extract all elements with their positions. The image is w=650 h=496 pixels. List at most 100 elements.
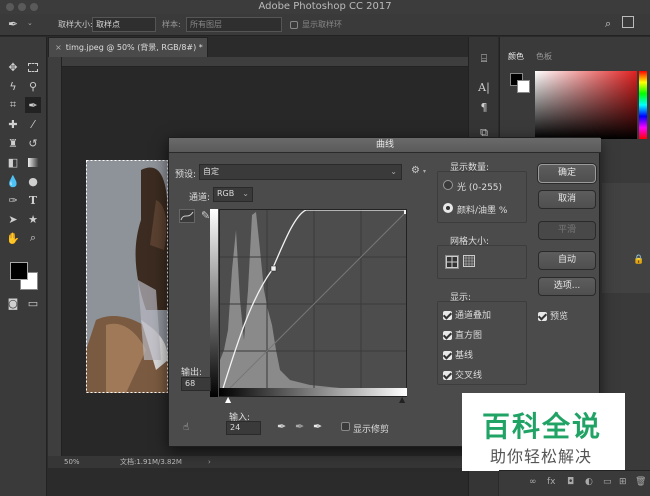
pen-tool-icon[interactable]: ✑ [5, 192, 21, 208]
clone-stamp-tool-icon[interactable]: ♜ [5, 135, 21, 151]
color-picker-field[interactable] [535, 71, 637, 139]
channel-select[interactable]: RGB ⌄ [213, 187, 253, 202]
show-ring-label: 显示取样环 [302, 20, 342, 29]
detailed-grid-icon[interactable] [463, 255, 477, 269]
gear-icon[interactable]: ⚙ [411, 165, 420, 176]
cancel-button[interactable]: 取消 [538, 190, 596, 209]
baseline-checkbox[interactable]: 基线 [443, 348, 473, 361]
marquee-tool-icon[interactable] [25, 59, 41, 75]
options-button[interactable]: 选项... [538, 277, 596, 296]
close-window-button[interactable] [6, 3, 14, 11]
blur-tool-icon[interactable]: 💧 [5, 173, 21, 189]
zoom-tool-icon[interactable]: ⌕ [25, 230, 41, 246]
path-selection-tool-icon[interactable]: ➤ [5, 211, 21, 227]
status-bar: 50% 文档:1.91M/3.82M › [48, 456, 468, 468]
libraries-icon[interactable]: ⌸ [476, 51, 492, 67]
watermark-logo: 百科全说 助你轻松解决 [462, 393, 625, 471]
gradient-tool-icon[interactable] [25, 154, 41, 170]
brush-tool-icon[interactable]: ⁄ [25, 116, 41, 132]
crop-tool-icon[interactable]: ⌗ [5, 97, 21, 113]
tab-color[interactable]: 颜色 [508, 51, 524, 62]
eraser-tool-icon[interactable]: ◧ [5, 154, 21, 170]
chevron-down-icon[interactable]: ▾ [423, 168, 426, 175]
move-tool-icon[interactable]: ✥ [5, 59, 21, 75]
intersection-line-checkbox[interactable]: 交叉线 [443, 368, 482, 381]
lock-icon[interactable]: 🔒 [633, 255, 644, 265]
white-eyedropper-icon[interactable]: ✒ [313, 420, 322, 433]
sample-label: 样本: [162, 20, 181, 29]
preset-select[interactable]: 自定 ⌄ [199, 164, 402, 180]
paragraph-panel-icon[interactable]: ¶ [476, 99, 492, 115]
foreground-color-swatch-top[interactable] [10, 262, 28, 280]
curve-edit-points-icon[interactable] [179, 209, 195, 223]
healing-brush-tool-icon[interactable]: ✚ [5, 116, 21, 132]
search-icon[interactable]: ⌕ [605, 17, 611, 31]
pigment-radio[interactable] [443, 203, 453, 213]
ok-button[interactable]: 确定 [538, 164, 596, 183]
type-tool-icon[interactable]: T [25, 192, 41, 208]
document-tab[interactable]: × timg.jpeg @ 50% (背景, RGB/8#) * [48, 37, 208, 57]
channel-overlay-checkbox[interactable]: 通道叠加 [443, 308, 491, 321]
dodge-tool-icon[interactable]: ● [25, 173, 41, 189]
tab-swatches[interactable]: 色板 [536, 51, 552, 62]
input-gradient-bar [219, 388, 407, 396]
curve-graph[interactable] [219, 209, 407, 397]
output-field[interactable]: 68 [181, 377, 211, 391]
zoom-level[interactable]: 50% [64, 456, 80, 468]
chevron-down-icon[interactable]: ⌄ [27, 19, 33, 27]
simple-grid-icon[interactable] [445, 255, 459, 269]
chevron-right-icon[interactable]: › [208, 456, 211, 468]
sample-size-select[interactable]: 取样点 [92, 17, 156, 32]
magic-wand-tool-icon[interactable]: ⚲ [25, 78, 41, 94]
show-ring-checkbox[interactable] [290, 20, 301, 30]
curves-dialog-title: 曲线 [169, 138, 601, 153]
channel-label: 通道: [189, 193, 211, 203]
mask-icon[interactable]: ◘ [567, 477, 574, 487]
pencil-icon[interactable]: ✎ [201, 209, 210, 222]
fx-icon[interactable]: fx [547, 477, 556, 487]
preview-checkbox[interactable]: 预览 [538, 309, 568, 322]
light-radio[interactable] [443, 180, 453, 190]
screen-mode-icon[interactable]: ▭ [25, 295, 41, 311]
watermark-main-text: 百科全说 [482, 410, 603, 443]
close-tab-icon[interactable]: × [55, 43, 62, 52]
lasso-tool-icon[interactable]: ϟ [5, 78, 21, 94]
show-clipping-checkbox[interactable] [341, 422, 353, 432]
white-point-slider[interactable]: ▲ [399, 395, 405, 404]
eyedropper-tool-icon[interactable]: ✒ [8, 17, 18, 31]
shape-tool-icon[interactable]: ★ [25, 211, 41, 227]
zoom-window-button[interactable] [30, 3, 38, 11]
targeted-adjustment-icon[interactable]: ☝ [183, 422, 189, 433]
light-label: 光 (0-255) [457, 183, 503, 193]
app-title: Adobe Photoshop CC 2017 [258, 1, 392, 12]
workspace-icon[interactable] [622, 16, 634, 28]
histogram-checkbox[interactable]: 直方图 [443, 328, 482, 341]
grid-size-group [437, 245, 527, 279]
document-info: 文档:1.91M/3.82M [120, 458, 182, 466]
document-image[interactable] [86, 160, 168, 393]
sample-size-value: 取样点 [96, 20, 120, 29]
panel-footer: ∞ fx ◘ ◐ ▭ ⊞ 🗑 [499, 470, 650, 496]
background-color-swatch[interactable] [517, 80, 530, 93]
auto-button[interactable]: 自动 [538, 251, 596, 270]
quick-mask-icon[interactable]: ◙ [5, 295, 21, 311]
gray-eyedropper-icon[interactable]: ✒ [295, 420, 304, 433]
minimize-window-button[interactable] [18, 3, 26, 11]
sample-select[interactable]: 所有图层 [186, 17, 282, 32]
adjustment-layer-icon[interactable]: ◐ [585, 477, 593, 487]
link-layers-icon[interactable]: ∞ [529, 477, 537, 487]
options-bar: ✒ ⌄ 取样大小: 取样点 样本: 所有图层 显示取样环 ⌕ [0, 14, 650, 36]
character-panel-icon[interactable]: A| [476, 79, 492, 95]
history-brush-tool-icon[interactable]: ↺ [25, 135, 41, 151]
new-layer-icon[interactable]: ⊞ [619, 477, 627, 487]
smooth-button[interactable]: 平滑 [538, 221, 596, 240]
black-eyedropper-icon[interactable]: ✒ [277, 420, 286, 433]
hand-tool-icon[interactable]: ✋ [5, 230, 21, 246]
trash-icon[interactable]: 🗑 [635, 477, 646, 487]
input-value: 24 [230, 423, 241, 432]
folder-icon[interactable]: ▭ [603, 477, 612, 487]
hue-slider[interactable] [639, 71, 647, 139]
eyedropper-tool-icon[interactable]: ✒ [25, 97, 41, 113]
black-point-slider[interactable]: ▲ [225, 395, 231, 404]
input-field[interactable]: 24 [226, 421, 261, 435]
